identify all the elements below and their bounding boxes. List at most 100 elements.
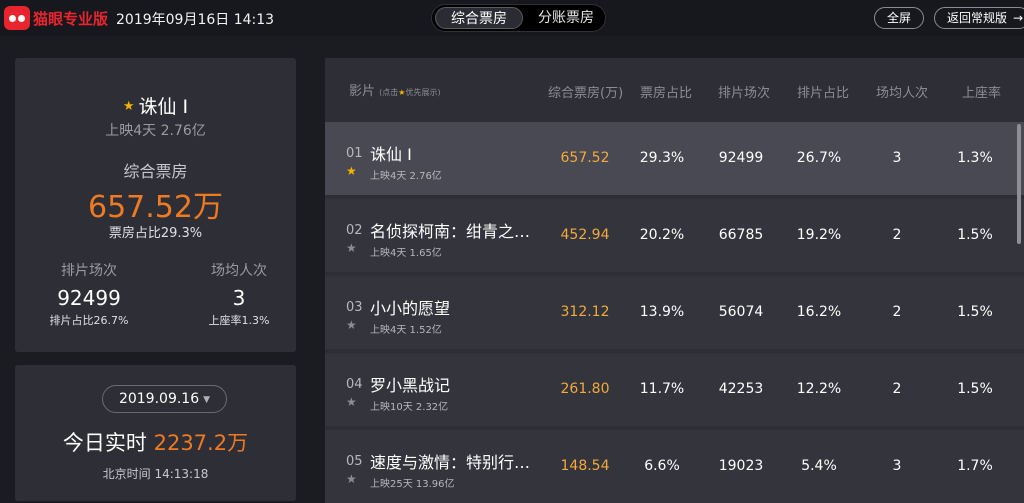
summary-film-name: 诛仙 I xyxy=(138,96,189,118)
summary-title: ★ 诛仙 I xyxy=(15,92,296,119)
row-shows-share: 16.2% xyxy=(796,304,842,320)
row-avg: 2 xyxy=(892,227,902,243)
box-office-table: 影片 (点击★优先展示) 综合票房(万) 票房占比 排片场次 排片占比 场均人次… xyxy=(325,58,1024,503)
back-label: 返回常规版 xyxy=(947,11,1008,25)
row-gross-share: 29.3% xyxy=(639,150,685,166)
row-shows: 92499 xyxy=(718,150,764,166)
row-release-info: 上映4天 1.65亿 xyxy=(370,248,442,259)
row-avg: 3 xyxy=(892,150,902,166)
row-release-info: 上映25天 13.96亿 xyxy=(370,479,455,490)
header-film: 影片 (点击★优先展示) xyxy=(349,80,441,99)
summary-gross-share: 票房占比29.3% xyxy=(108,226,203,241)
brand-name: 猫眼专业版 xyxy=(33,10,109,28)
row-seat: 1.5% xyxy=(957,227,993,243)
row-seat: 1.5% xyxy=(957,304,993,320)
realtime-value: 2237.2万 xyxy=(153,431,249,455)
row-film-name: 名侦探柯南：绀青之… xyxy=(370,222,531,241)
row-release-info: 上映4天 1.52亿 xyxy=(370,325,442,336)
date-picker[interactable]: 2019.09.16 ▼ xyxy=(102,385,227,413)
row-gross-share: 11.7% xyxy=(639,381,685,397)
table-scrollbar[interactable] xyxy=(1017,124,1021,244)
chevron-down-icon: ▼ xyxy=(203,395,211,405)
cat-logo-icon xyxy=(4,6,30,30)
table-row[interactable]: 03 小小的愿望 ★ 上映4天 1.52亿 312.12 13.9% 56074… xyxy=(325,276,1024,349)
seat-rate: 上座率1.3% xyxy=(208,314,270,327)
row-shows-share: 5.4% xyxy=(801,458,837,474)
star-icon[interactable]: ★ xyxy=(346,241,357,255)
row-shows: 66785 xyxy=(718,227,764,243)
shows-share: 排片占比26.7% xyxy=(49,314,129,327)
header-film-hint-post: 优先展示) xyxy=(405,88,441,97)
star-icon[interactable]: ★ xyxy=(346,164,357,178)
row-seat: 1.3% xyxy=(957,150,993,166)
row-gross-share: 6.6% xyxy=(644,458,680,474)
header-avg: 场均人次 xyxy=(876,86,929,101)
row-film-name: 诛仙 I xyxy=(370,145,412,164)
row-release-info: 上映10天 2.32亿 xyxy=(370,402,449,413)
row-shows-share: 26.7% xyxy=(796,150,842,166)
row-rank: 01 xyxy=(346,146,363,161)
realtime-label: 今日实时 xyxy=(62,431,147,455)
row-shows-share: 19.2% xyxy=(796,227,842,243)
shows-value: 92499 xyxy=(57,286,121,310)
summary-shows-stat: 排片场次 92499 排片占比26.7% xyxy=(39,260,139,328)
header-seat: 上座率 xyxy=(962,86,1002,101)
row-gross: 261.80 xyxy=(560,381,610,397)
row-rank: 05 xyxy=(346,454,363,469)
summary-avg-stat: 场均人次 3 上座率1.3% xyxy=(189,260,289,328)
arrow-right-icon: → xyxy=(1013,11,1024,25)
row-shows: 19023 xyxy=(718,458,764,474)
fullscreen-button[interactable]: 全屏 xyxy=(874,7,924,29)
summary-gross-value: 657.52万 xyxy=(88,190,223,225)
table-row[interactable]: 05 速度与激情：特别行… ★ 上映25天 13.96亿 148.54 6.6%… xyxy=(325,430,1024,503)
row-rank: 04 xyxy=(346,377,363,392)
row-seat: 1.5% xyxy=(957,381,993,397)
table-header: 影片 (点击★优先展示) 综合票房(万) 票房占比 排片场次 排片占比 场均人次… xyxy=(325,58,1024,121)
row-shows: 42253 xyxy=(718,381,764,397)
row-avg: 2 xyxy=(892,381,902,397)
table-row[interactable]: 04 罗小黑战记 ★ 上映10天 2.32亿 261.80 11.7% 4225… xyxy=(325,353,1024,426)
summary-release-info: 上映4天 2.76亿 xyxy=(105,123,206,139)
avg-label: 场均人次 xyxy=(211,263,267,279)
row-rank: 02 xyxy=(346,223,363,238)
selected-film-summary: ★ 诛仙 I 上映4天 2.76亿 综合票房 657.52万 票房占比29.3% … xyxy=(15,58,296,352)
header-film-label: 影片 xyxy=(349,84,376,99)
table-row[interactable]: 01 诛仙 I ★ 上映4天 2.76亿 657.52 29.3% 92499 … xyxy=(325,122,1024,195)
tab-comprehensive-gross[interactable]: 综合票房 xyxy=(435,7,523,29)
row-release-info: 上映4天 2.76亿 xyxy=(370,171,442,182)
star-icon[interactable]: ★ xyxy=(346,318,357,332)
row-gross: 312.12 xyxy=(560,304,610,320)
row-gross-share: 13.9% xyxy=(639,304,685,320)
row-gross: 452.94 xyxy=(560,227,610,243)
realtime-card: 2019.09.16 ▼ 今日实时 2237.2万 北京时间 14:13:18 xyxy=(15,365,296,501)
row-seat: 1.7% xyxy=(957,458,993,474)
star-icon[interactable]: ★ xyxy=(346,472,357,486)
top-bar: 猫眼专业版 2019年09月16日 14:13 综合票房 分账票房 全屏 返回常… xyxy=(0,0,1024,36)
row-film-name: 小小的愿望 xyxy=(370,299,451,318)
date-picker-value: 2019.09.16 xyxy=(118,391,200,407)
row-shows: 56074 xyxy=(718,304,764,320)
star-icon[interactable]: ★ xyxy=(346,395,357,409)
shows-label: 排片场次 xyxy=(61,263,117,279)
row-film-name: 速度与激情：特别行… xyxy=(370,453,531,472)
row-shows-share: 12.2% xyxy=(796,381,842,397)
row-rank: 03 xyxy=(346,300,363,315)
table-row[interactable]: 02 名侦探柯南：绀青之… ★ 上映4天 1.65亿 452.94 20.2% … xyxy=(325,199,1024,272)
summary-gross-label: 综合票房 xyxy=(123,162,188,181)
header-gross-share: 票房占比 xyxy=(640,86,693,101)
tab-split-gross[interactable]: 分账票房 xyxy=(527,7,605,29)
row-film-name: 罗小黑战记 xyxy=(370,376,451,395)
row-gross: 148.54 xyxy=(560,458,610,474)
gross-type-switch: 综合票房 分账票房 xyxy=(431,4,606,32)
star-icon: ★ xyxy=(122,99,135,114)
row-avg: 2 xyxy=(892,304,902,320)
avg-value: 3 xyxy=(232,286,246,310)
row-gross-share: 20.2% xyxy=(639,227,685,243)
realtime-gross: 今日实时 2237.2万 xyxy=(15,427,296,457)
header-shows-share: 排片占比 xyxy=(797,86,850,101)
header-film-hint-pre: (点击 xyxy=(379,88,399,97)
row-gross: 657.52 xyxy=(560,150,610,166)
header-gross: 综合票房(万) xyxy=(548,86,624,101)
header-shows: 排片场次 xyxy=(718,86,771,101)
back-to-normal-button[interactable]: 返回常规版 → xyxy=(934,7,1024,29)
